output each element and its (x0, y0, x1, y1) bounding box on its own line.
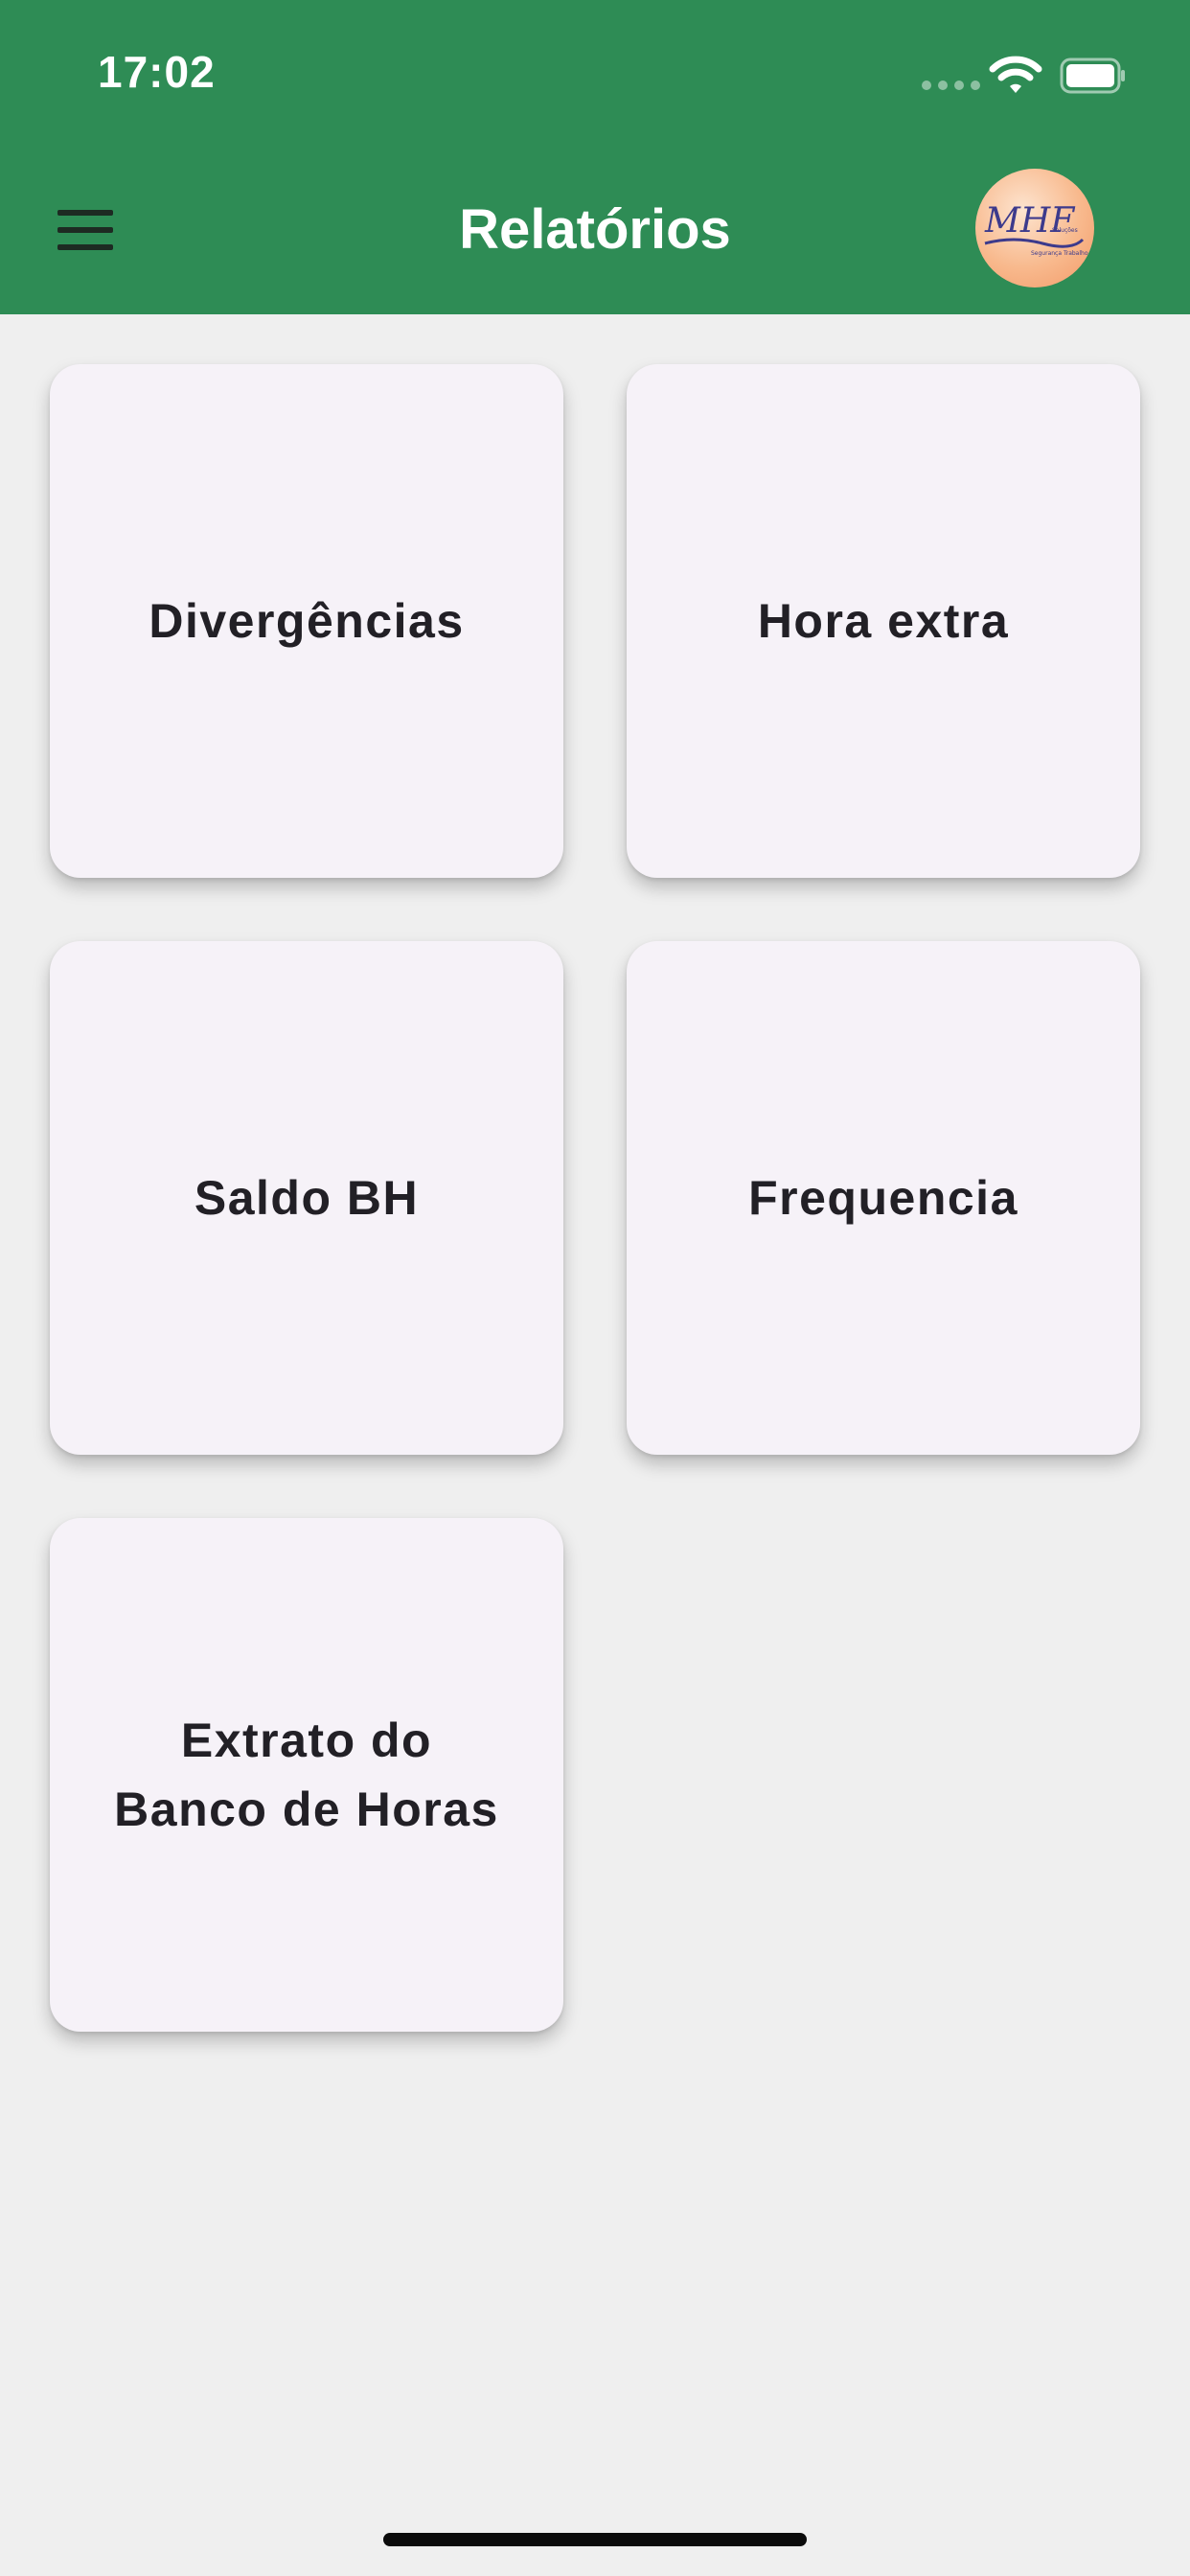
tile-label: Divergências (149, 594, 465, 648)
svg-text:Segurança Trabalho: Segurança Trabalho (1031, 250, 1088, 257)
tile-label-line-1: Extrato do (180, 1714, 433, 1767)
tile-label: Frequencia (748, 1171, 1018, 1225)
app-bar: 17:02 Relatórios MHF Soluções Segurança … (0, 0, 1190, 314)
tile-extrato-banco-de-horas[interactable]: Extrato do Banco de Horas (50, 1518, 563, 2032)
tile-label-line-2: Banco de Horas (114, 1782, 499, 1836)
tile-label: Saldo BH (194, 1171, 420, 1225)
reports-screen: 17:02 Relatórios MHF Soluções Segurança … (0, 0, 1190, 2576)
status-time: 17:02 (98, 47, 216, 97)
tile-frequencia[interactable]: Frequencia (627, 941, 1140, 1455)
home-indicator[interactable] (383, 2533, 807, 2546)
cellular-signal-icon (922, 80, 980, 90)
tile-saldo-bh[interactable]: Saldo BH (50, 941, 563, 1455)
company-logo: MHF Soluções Segurança Trabalho (984, 201, 1088, 257)
avatar[interactable]: MHF Soluções Segurança Trabalho (975, 169, 1094, 288)
tile-label: Hora extra (757, 594, 1010, 648)
svg-text:MHF: MHF (984, 201, 1076, 241)
tile-hora-extra[interactable]: Hora extra (627, 364, 1140, 878)
svg-text:Soluções: Soluções (1052, 227, 1078, 234)
battery-icon (1060, 58, 1125, 94)
tile-label: Extrato do Banco de Horas (114, 1706, 499, 1844)
wifi-icon (989, 56, 1042, 93)
tile-divergencias[interactable]: Divergências (50, 364, 563, 878)
